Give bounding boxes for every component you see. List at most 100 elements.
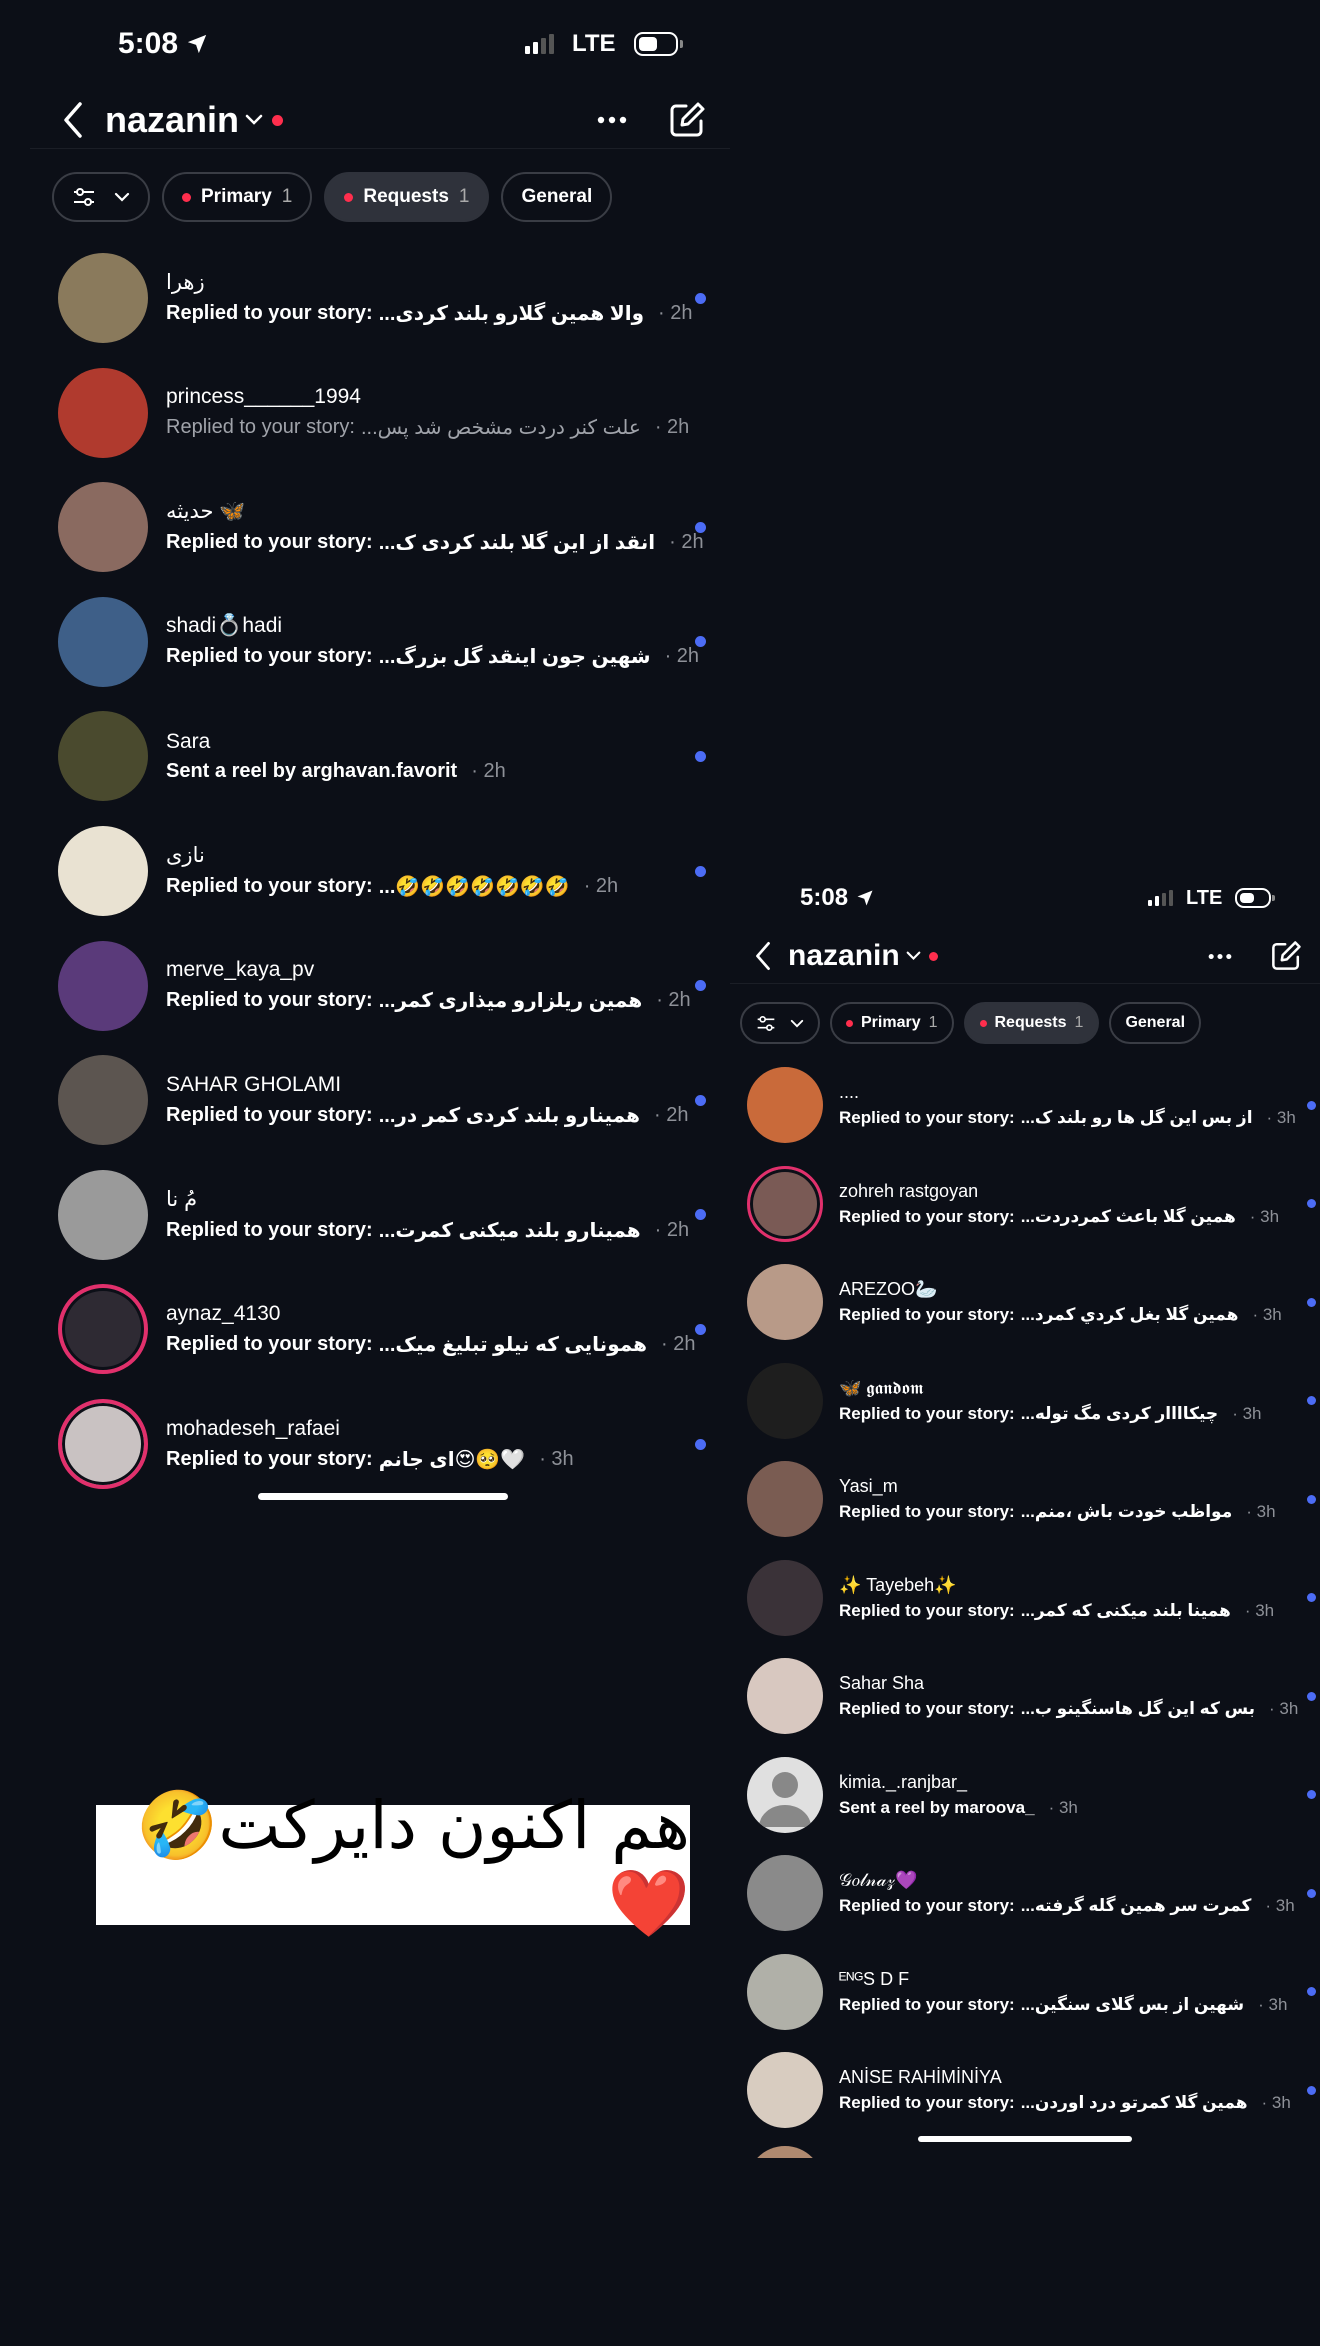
preview-message: همین گلا بغل كردي كمرد... xyxy=(1020,1305,1239,1324)
preview-time: · 3h xyxy=(1252,1305,1282,1324)
status-time-group: 5:08 xyxy=(800,884,874,912)
preview-time: · 2h xyxy=(664,645,700,668)
thread-name: نازی xyxy=(166,844,205,867)
preview-time: · 3h xyxy=(1048,1797,1078,1817)
thread-row[interactable]: ✨ Tayebeh✨ Replied to your story: همینا بل… xyxy=(747,1559,1317,1636)
right-screenshot: 5:08 LTE nazanin Primary 1 Requests 1 Ge… xyxy=(730,858,1320,2158)
thread-row[interactable]: مُ نا Replied to your story: همینارو بلند … xyxy=(58,1169,708,1260)
preview-prefix: Replied to your story: xyxy=(839,1994,1015,2014)
avatar xyxy=(58,1284,148,1375)
preview-message: مواظب خودت باش ،منم... xyxy=(1020,1502,1233,1521)
thread-row[interactable]: Sara Sent a reel by arghavan.favorit · 2h xyxy=(58,711,708,802)
thread-preview: Replied to your story: انقد از این گلا بل… xyxy=(166,530,704,555)
thread-name: 𝒢𝑜𝓁𝓃𝒶𝓏💜 xyxy=(839,1870,918,1890)
unread-dot xyxy=(1307,1987,1316,1996)
unread-dot xyxy=(1307,1396,1316,1405)
avatar xyxy=(747,1264,823,1340)
account-title[interactable]: nazanin xyxy=(788,939,900,973)
preview-prefix: Replied to your story: xyxy=(839,1502,1015,1521)
avatar xyxy=(747,2052,823,2128)
thread-row[interactable]: shadi💍hadi Replied to your story: شهین جون… xyxy=(58,596,708,687)
thread-row[interactable]: زهرا Replied to your story: والا همین گلار… xyxy=(58,253,708,343)
thread-text: 🦋 𝖌𝖆𝖓𝖉𝖔𝖒 Replied to your story: چیکاااار ک… xyxy=(839,1378,1262,1424)
preview-message: شهین جون اینقد گل بزرگ... xyxy=(378,646,651,669)
thread-row[interactable]: zohreh rastgoyan Replied to your story: هم… xyxy=(747,1165,1317,1242)
thread-preview: Sent a reel by maroova_ · 3h xyxy=(839,1798,1078,1818)
filter-tabs: Primary 1 Requests 1 General xyxy=(740,1002,1202,1044)
sliders-icon xyxy=(74,188,94,206)
preview-prefix: Replied to your story: xyxy=(839,2093,1015,2112)
thread-row[interactable]: aynaz_4130 Replied to your story: همونایی … xyxy=(58,1284,708,1375)
location-arrow-icon xyxy=(187,34,207,54)
thread-text: 𝒢𝑜𝓁𝓃𝒶𝓏💜 Replied to your story: کمرت سر همی… xyxy=(839,1870,1295,1916)
preview-message: بس که این گل هاسنگینو ب... xyxy=(1020,1699,1255,1718)
more-options-icon[interactable] xyxy=(1208,953,1232,960)
home-indicator[interactable] xyxy=(918,2136,1132,2142)
thread-row[interactable]: حدیثه 🦋 Replied to your story: انقد از این… xyxy=(58,482,708,573)
thread-preview: Replied to your story: 🤣🤣🤣🤣🤣🤣🤣... · 2h xyxy=(166,874,618,899)
chevron-down-icon[interactable] xyxy=(245,114,263,126)
filter-button[interactable] xyxy=(740,1002,820,1044)
tab-general[interactable]: General xyxy=(501,172,613,222)
thread-row[interactable]: ANİSE RAHİMİNİYA Replied to your story: هم… xyxy=(747,2052,1317,2128)
signal-icon xyxy=(1148,890,1173,906)
caption-banner: هم اکنون دایرکت🤣❤️ xyxy=(96,1787,690,1942)
thread-text: shadi💍hadi Replied to your story: شهین جون… xyxy=(166,614,699,669)
preview-time: · 2h xyxy=(656,989,691,1012)
tab-primary[interactable]: Primary 1 xyxy=(830,1002,954,1044)
thread-row[interactable]: AREZOO🦢 Replied to your story: همین گلا بغ… xyxy=(747,1264,1317,1340)
tab-requests[interactable]: Requests 1 xyxy=(324,172,490,222)
compose-icon[interactable] xyxy=(668,101,706,139)
tab-requests[interactable]: Requests 1 xyxy=(963,1002,1100,1044)
more-options-icon[interactable] xyxy=(597,116,627,124)
account-title[interactable]: nazanin xyxy=(105,99,239,141)
back-icon[interactable] xyxy=(754,941,772,971)
thread-row[interactable]: kimia._.ranjbar_ Sent a reel by maroova_ ·… xyxy=(747,1756,1317,1833)
preview-time: · 3h xyxy=(1249,1206,1280,1226)
status-bar: 5:08 LTE xyxy=(0,22,730,66)
preview-message: والا همین گلارو بلند کردی... xyxy=(378,303,645,325)
preview-prefix: Replied to your story: xyxy=(839,1305,1015,1324)
thread-row[interactable]: merve_kaya_pv Replied to your story: همین … xyxy=(58,940,708,1031)
tab-primary-count: 1 xyxy=(281,186,293,207)
tab-general[interactable]: General xyxy=(1109,1002,1202,1044)
preview-time: · 2h xyxy=(669,531,704,554)
tab-primary[interactable]: Primary 1 xyxy=(162,172,313,222)
home-indicator[interactable] xyxy=(258,1493,508,1500)
thread-text: AREZOO🦢 Replied to your story: همین گلا بغ… xyxy=(839,1279,1282,1325)
thread-row[interactable]: ᴱᴺᴳS D F Replied to your story: شهین از بس… xyxy=(747,1953,1317,2030)
preview-message: 🤍🥺😍ای جانم xyxy=(378,1448,526,1471)
preview-prefix: Replied to your story: xyxy=(166,1218,373,1241)
thread-preview: Replied to your story: همین ریلزارو میذار… xyxy=(166,988,691,1013)
thread-row[interactable]: 🦋 𝖌𝖆𝖓𝖉𝖔𝖒 Replied to your story: چیکاااار ک… xyxy=(747,1362,1317,1439)
thread-row[interactable]: SAHAR GHOLAMI Replied to your story: همینا… xyxy=(58,1055,708,1146)
compose-icon[interactable] xyxy=(1270,940,1302,972)
tab-requests-dot xyxy=(344,192,354,202)
thread-row[interactable]: .... Replied to your story: از بس این گل ه… xyxy=(747,1067,1317,1143)
thread-row[interactable]: princess______1994 Replied to your story:… xyxy=(58,367,708,458)
thread-row[interactable]: Yasi_m Replied to your story: مواظب خودت ب… xyxy=(747,1461,1317,1537)
thread-text: Sahar Sha Replied to your story: بس که این… xyxy=(839,1673,1298,1719)
unread-dot xyxy=(695,521,706,533)
chevron-down-icon[interactable] xyxy=(906,951,921,961)
thread-row[interactable]: mohadeseh_rafaei Replied to your story: 🤍🥺… xyxy=(58,1399,708,1489)
preview-message: همین ریلزارو میذاری کمر... xyxy=(378,990,643,1013)
signal-icon xyxy=(525,34,554,54)
preview-message: همونایی که نیلو تبلیغ میک... xyxy=(378,1333,648,1356)
preview-message: شهین از بس گلای سنگین... xyxy=(1020,1994,1245,2014)
preview-prefix: Replied to your story: xyxy=(839,1108,1015,1127)
thread-row[interactable]: 𝒢𝑜𝓁𝓃𝒶𝓏💜 Replied to your story: کمرت سر همی… xyxy=(747,1855,1317,1931)
status-time-group: 5:08 xyxy=(118,27,208,61)
unread-dot xyxy=(1307,1297,1316,1307)
unread-dot xyxy=(695,980,706,992)
thread-name: shadi💍hadi xyxy=(166,614,283,638)
thread-preview: Replied to your story: از بس این گل ها رو… xyxy=(839,1108,1296,1128)
thread-row[interactable]: Sahar Sha Replied to your story: بس که این… xyxy=(747,1658,1317,1734)
thread-preview: Replied to your story: بس که این گل هاسنگ… xyxy=(839,1699,1298,1719)
unread-dot xyxy=(1307,2085,1316,2095)
thread-preview: Replied to your story: علت کنر دردت مشخص … xyxy=(166,415,689,440)
filter-button[interactable] xyxy=(52,172,150,222)
back-icon[interactable] xyxy=(62,101,84,139)
thread-row[interactable]: نازی Replied to your story: 🤣🤣🤣🤣🤣🤣🤣... · 2h xyxy=(58,826,708,916)
unread-dot xyxy=(695,865,706,877)
